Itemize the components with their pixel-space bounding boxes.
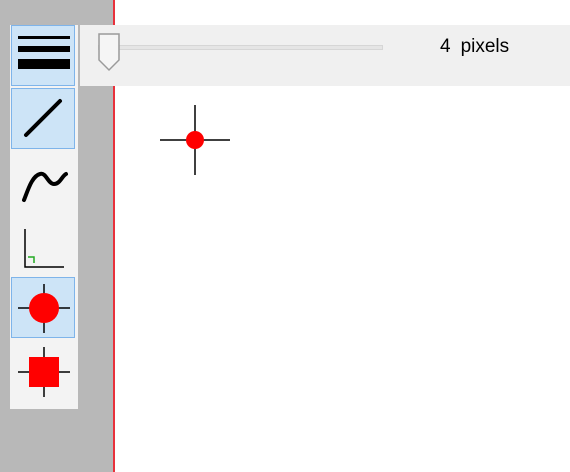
line-width-unit: pixels xyxy=(460,36,510,57)
right-angle-icon xyxy=(24,229,64,268)
circle-point-tool[interactable] xyxy=(11,277,75,338)
curve-icon xyxy=(22,171,68,202)
right-angle-tool[interactable] xyxy=(11,214,75,275)
line-width-value: 4 xyxy=(440,36,451,57)
curve-tool[interactable] xyxy=(11,151,75,212)
red-circle-crosshair-icon xyxy=(18,284,70,333)
line-width-options-bar: 4 pixels xyxy=(80,25,570,86)
line-width-icon xyxy=(18,36,70,69)
straight-line-tool[interactable] xyxy=(11,88,75,149)
red-square-crosshair-icon xyxy=(18,347,70,397)
line-width-slider-thumb[interactable] xyxy=(97,32,121,72)
line-width-readout: 4 pixels xyxy=(440,35,509,59)
red-dot-crosshair-icon xyxy=(160,105,230,175)
toolbox xyxy=(10,25,78,409)
line-width-slider[interactable] xyxy=(98,45,383,50)
drawing-canvas[interactable] xyxy=(115,86,570,472)
straight-line-icon xyxy=(24,99,62,137)
app-window: 4 pixels xyxy=(0,0,570,472)
square-point-tool[interactable] xyxy=(11,340,75,401)
line-width-tool[interactable] xyxy=(11,25,75,86)
